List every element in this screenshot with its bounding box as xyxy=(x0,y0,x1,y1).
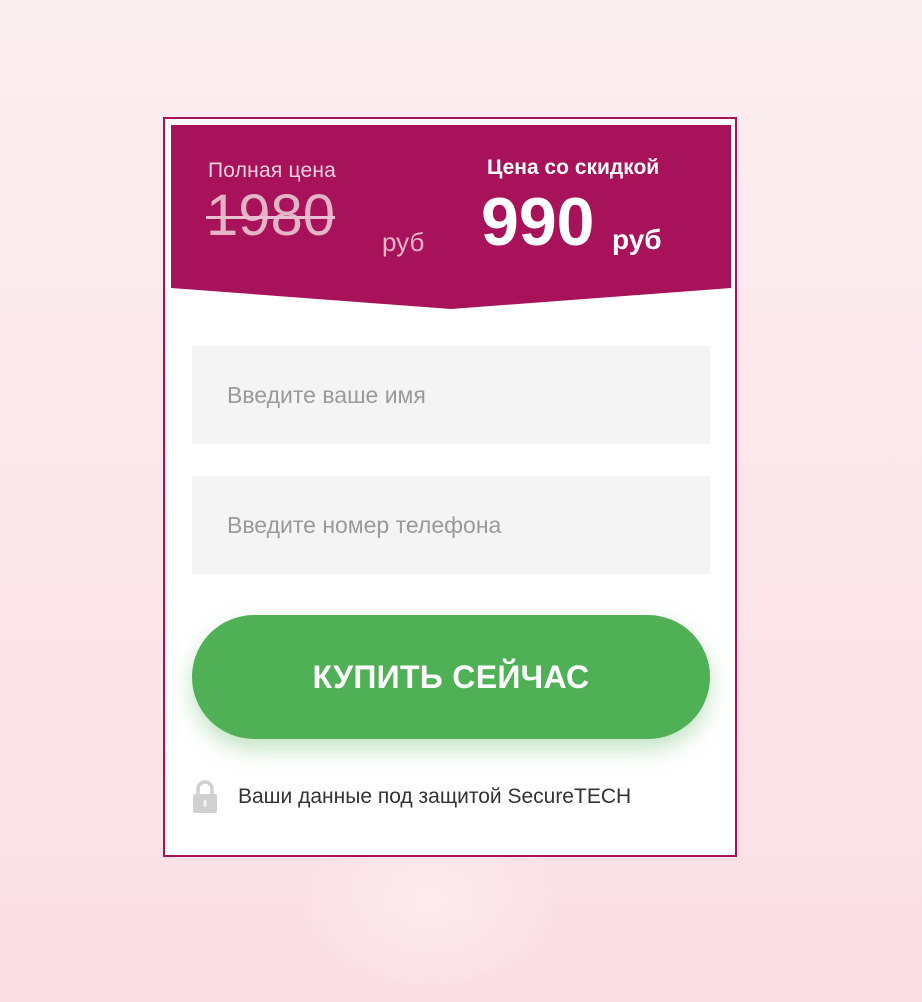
old-price-label: Полная цена xyxy=(208,159,336,182)
order-form-card: Полная цена 1980 руб Цена со скидкой 990… xyxy=(163,117,737,857)
discount-price-value: 990 xyxy=(481,184,595,260)
phone-input[interactable] xyxy=(192,476,710,574)
buy-now-button[interactable]: КУПИТЬ СЕЙЧАС xyxy=(192,615,710,739)
lock-icon xyxy=(192,779,218,815)
price-banner: Полная цена 1980 руб Цена со скидкой 990… xyxy=(171,125,731,309)
old-price-value: 1980 xyxy=(206,183,336,248)
old-price-currency: руб xyxy=(382,227,425,257)
name-input[interactable] xyxy=(192,346,710,444)
discount-price-label: Цена со скидкой xyxy=(487,156,660,179)
security-note: Ваши данные под защитой SecureTECH xyxy=(192,779,631,815)
discount-price-currency: руб xyxy=(612,224,662,255)
security-text: Ваши данные под защитой SecureTECH xyxy=(238,785,632,808)
